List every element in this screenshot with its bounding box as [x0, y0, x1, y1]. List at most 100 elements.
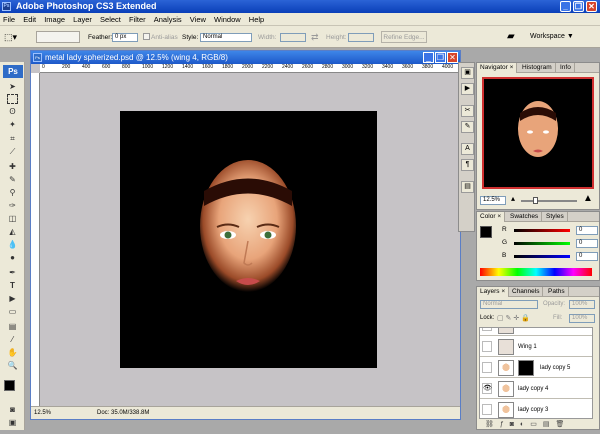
menu-analysis[interactable]: Analysis — [151, 13, 185, 26]
tab-color[interactable]: Color × — [477, 212, 506, 222]
zoom-level[interactable]: 12.5% — [34, 407, 51, 419]
marquee-tool-icon[interactable] — [7, 94, 18, 104]
green-slider[interactable] — [514, 242, 570, 245]
pen-tool-icon[interactable]: ✒ — [7, 268, 18, 278]
shape-tool-icon[interactable]: ▭ — [7, 307, 18, 317]
document-close-button[interactable]: ✕ — [447, 52, 458, 63]
notes-tool-icon[interactable]: ▤ — [7, 322, 18, 332]
swap-icon[interactable]: ⇄ — [311, 32, 319, 43]
antialias-checkbox[interactable] — [143, 33, 150, 40]
type-tool-icon[interactable]: T — [7, 281, 18, 291]
move-tool-icon[interactable]: ➤ — [7, 82, 18, 92]
layer-row[interactable]: Wing 1 — [480, 337, 592, 357]
tab-channels[interactable]: Channels — [509, 287, 544, 297]
menu-window[interactable]: Window — [211, 13, 244, 26]
layer-row[interactable]: 👁 lady copy 4 — [480, 379, 592, 399]
visibility-toggle[interactable] — [482, 328, 492, 331]
slice-tool-icon[interactable]: ⟋ — [7, 147, 18, 157]
quick-mask-icon[interactable]: ◙ — [7, 405, 18, 415]
menu-select[interactable]: Select — [97, 13, 124, 26]
tab-paths[interactable]: Paths — [545, 287, 569, 297]
width-field[interactable] — [280, 33, 306, 42]
menu-help[interactable]: Help — [246, 13, 267, 26]
brush-tool-icon[interactable]: ✎ — [7, 175, 18, 185]
blend-mode-select[interactable]: Normal — [480, 300, 538, 309]
actions-panel-icon[interactable]: ▶ — [461, 83, 474, 95]
green-value[interactable]: 0 — [576, 239, 598, 248]
menu-image[interactable]: Image — [41, 13, 68, 26]
navigator-thumbnail[interactable] — [482, 77, 594, 189]
menu-filter[interactable]: Filter — [126, 13, 149, 26]
color-ramp[interactable] — [480, 268, 592, 276]
layer-row[interactable]: lady copy 3 — [480, 400, 592, 418]
zoom-in-icon[interactable]: ▲ — [583, 193, 593, 204]
healing-brush-icon[interactable]: ✚ — [7, 162, 18, 172]
zoom-slider[interactable] — [521, 200, 577, 202]
bridge-icon[interactable]: ▰ — [507, 31, 515, 42]
history-panel-icon[interactable]: ▣ — [461, 67, 474, 79]
crop-tool-icon[interactable]: ⌗ — [7, 134, 18, 144]
marquee-preset-icon[interactable]: ⬚▾ — [4, 32, 17, 43]
tab-styles[interactable]: Styles — [543, 212, 568, 222]
character-panel-icon[interactable]: A — [461, 143, 474, 155]
eraser-tool-icon[interactable]: ◫ — [7, 214, 18, 224]
magic-wand-icon[interactable]: ✦ — [7, 120, 18, 130]
red-value[interactable]: 0 — [576, 226, 598, 235]
paint-bucket-icon[interactable]: ◭ — [7, 227, 18, 237]
menu-view[interactable]: View — [187, 13, 209, 26]
height-field[interactable] — [348, 33, 374, 42]
clone-stamp-icon[interactable]: ⚲ — [7, 188, 18, 198]
document-restore-button[interactable]: ❐ — [435, 52, 446, 63]
lasso-tool-icon[interactable]: ʘ — [7, 107, 18, 117]
blue-value[interactable]: 0 — [576, 252, 598, 261]
workspace-menu[interactable]: Workspace ▼ — [530, 33, 574, 40]
selection-mode-buttons[interactable] — [36, 31, 80, 43]
screen-mode-icon[interactable]: ▣ — [7, 418, 18, 428]
image-canvas[interactable] — [120, 111, 377, 368]
hand-tool-icon[interactable]: ✋ — [7, 348, 18, 358]
opacity-field[interactable]: 100% — [569, 300, 595, 309]
tab-info[interactable]: Info — [557, 63, 575, 73]
zoom-out-icon[interactable]: ▴ — [511, 194, 515, 203]
visibility-toggle[interactable] — [482, 362, 492, 373]
refine-edge-button[interactable]: Refine Edge... — [381, 31, 427, 43]
tool-presets-icon[interactable]: ✂ — [461, 105, 474, 117]
zoom-tool-icon[interactable]: 🔍 — [7, 361, 18, 371]
layer-row[interactable]: lady copy 5 — [480, 358, 592, 378]
zoom-slider-thumb[interactable] — [533, 197, 538, 204]
feather-field[interactable]: 0 px — [112, 33, 138, 42]
blur-tool-icon[interactable]: 💧 — [7, 240, 18, 250]
history-brush-icon[interactable]: ✑ — [7, 201, 18, 211]
red-slider[interactable] — [514, 229, 570, 232]
style-select[interactable]: Normal — [200, 33, 252, 42]
eye-icon[interactable]: 👁 — [482, 383, 492, 394]
fill-field[interactable]: 100% — [569, 314, 595, 323]
canvas-area[interactable] — [40, 73, 460, 406]
eyedropper-icon[interactable]: ⁄ — [7, 335, 18, 345]
blue-slider[interactable] — [514, 255, 570, 258]
layer-mask-thumbnail[interactable] — [518, 360, 534, 376]
path-selection-icon[interactable]: ▶ — [7, 294, 18, 304]
document-title-bar[interactable]: Ps metal lady spherized.psd @ 12.5% (win… — [31, 51, 460, 64]
lock-icons[interactable]: ▢ ✎ ✛ 🔒 — [497, 314, 530, 322]
tab-navigator[interactable]: Navigator × — [477, 63, 518, 73]
visibility-toggle[interactable] — [482, 341, 492, 352]
tab-swatches[interactable]: Swatches — [507, 212, 543, 222]
dodge-tool-icon[interactable]: ● — [7, 253, 18, 263]
close-button[interactable]: ✕ — [586, 1, 597, 12]
restore-button[interactable]: ❐ — [573, 1, 584, 12]
brushes-panel-icon[interactable]: ✎ — [461, 121, 474, 133]
tab-histogram[interactable]: Histogram — [519, 63, 556, 73]
navigator-zoom-field[interactable]: 12.5% — [480, 196, 506, 205]
paragraph-panel-icon[interactable]: ¶ — [461, 159, 474, 171]
layers-footer-buttons[interactable]: ⛓ƒ◙◐▭▤🗑 — [485, 420, 595, 430]
document-minimize-button[interactable]: _ — [423, 52, 434, 63]
layer-comps-icon[interactable]: ▤ — [461, 181, 474, 193]
menu-edit[interactable]: Edit — [20, 13, 39, 26]
tab-layers[interactable]: Layers × — [477, 287, 510, 297]
visibility-toggle[interactable] — [482, 404, 492, 415]
menu-file[interactable]: File — [0, 13, 18, 26]
foreground-color-swatch[interactable] — [4, 380, 15, 391]
minimize-button[interactable]: _ — [560, 1, 571, 12]
doc-size[interactable]: Doc: 35.0M/338.8M — [97, 407, 149, 419]
